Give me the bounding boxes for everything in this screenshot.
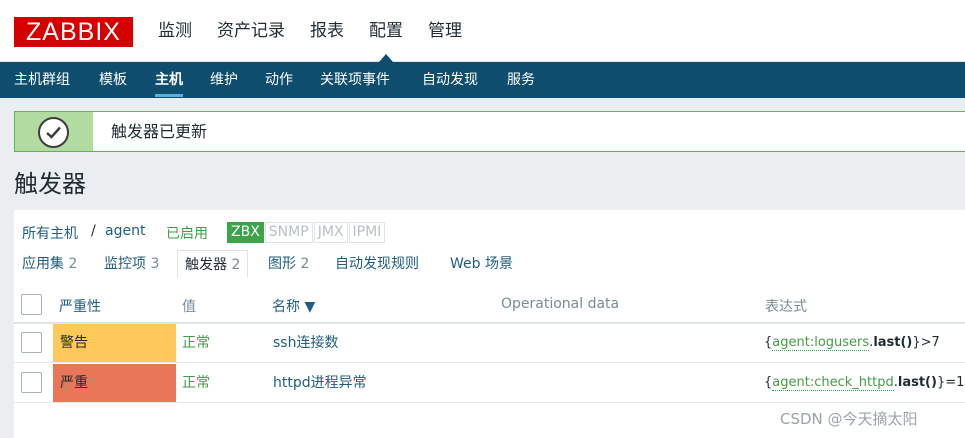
breadcrumb-separator: /: [91, 223, 96, 239]
tab-label: 监控项: [104, 256, 146, 272]
success-message: 触发器已更新: [14, 111, 965, 152]
expression-cell: {agent:logusers.last()}>7: [764, 324, 940, 362]
snmp-badge: SNMP: [264, 222, 313, 243]
tab-triggers[interactable]: 触发器 2: [177, 250, 249, 278]
tab-label: 图形: [268, 256, 296, 272]
tab-count: 2: [231, 257, 241, 273]
tab-count: 2: [68, 256, 78, 272]
tab-items[interactable]: 监控项 3: [104, 250, 159, 278]
expr-function: last(): [873, 335, 913, 350]
availability-badges: ZBX SNMP JMX IPMI: [227, 222, 386, 243]
menu-monitoring[interactable]: 监测: [158, 0, 192, 62]
expression-cell: {agent:check_httpd.last()}=1: [764, 364, 964, 402]
tab-graphs[interactable]: 图形 2: [268, 250, 309, 278]
table-row: 警告 正常 ssh连接数 {agent:logusers.last()}>7: [14, 324, 965, 363]
tab-label: 触发器: [185, 257, 227, 273]
breadcrumb-all-hosts[interactable]: 所有主机: [22, 223, 78, 243]
submenu-host-groups[interactable]: 主机群组: [14, 62, 70, 98]
submenu-event-correlation[interactable]: 关联项事件: [320, 62, 390, 98]
submenu-templates[interactable]: 模板: [99, 62, 127, 98]
watermark: CSDN @今天摘太阳: [780, 410, 918, 428]
severity-cell: 警告: [53, 324, 176, 362]
header-value: 值: [182, 299, 196, 315]
expr-function: last(): [897, 375, 937, 390]
value-cell: 正常: [182, 335, 210, 351]
page-title: 触发器: [14, 170, 86, 198]
jmx-badge: JMX: [313, 222, 348, 243]
submenu-actions[interactable]: 动作: [265, 62, 293, 98]
sub-menu: 主机群组 模板 主机 维护 动作 关联项事件 自动发现 服务: [0, 62, 965, 98]
tab-label: 应用集: [22, 256, 64, 272]
menu-configuration[interactable]: 配置: [369, 0, 403, 62]
zabbix-logo[interactable]: ZABBIX: [14, 17, 133, 47]
trigger-name-link[interactable]: httpd进程异常: [273, 364, 367, 402]
menu-inventory[interactable]: 资产记录: [217, 0, 285, 62]
table-header: 严重性 值 名称 ▼ Operational data 表达式: [14, 286, 965, 324]
expr-item-key[interactable]: agent:logusers: [772, 335, 870, 351]
top-bar: ZABBIX 监测 资产记录 报表 配置 管理: [0, 0, 965, 62]
header-severity[interactable]: 严重性: [59, 296, 101, 316]
message-icon-box: [15, 112, 93, 151]
row-checkbox[interactable]: [21, 372, 42, 393]
check-circle-icon: [38, 117, 69, 148]
tab-discovery-rules[interactable]: 自动发现规则: [335, 250, 419, 278]
submenu-services[interactable]: 服务: [507, 62, 535, 98]
severity-cell: 严重: [53, 364, 176, 402]
message-text: 触发器已更新: [111, 122, 208, 141]
zbx-badge: ZBX: [227, 222, 264, 243]
tab-count: 2: [300, 256, 310, 272]
menu-administration[interactable]: 管理: [428, 0, 462, 62]
value-cell: 正常: [182, 375, 210, 391]
submenu-hosts[interactable]: 主机: [155, 62, 183, 98]
select-all-checkbox[interactable]: [21, 294, 42, 315]
header-operational-data: Operational data: [501, 296, 620, 312]
main-menu: 监测 资产记录 报表 配置 管理: [158, 0, 487, 62]
tab-web-scenarios[interactable]: Web 场景: [450, 250, 513, 278]
submenu-discovery[interactable]: 自动发现: [422, 62, 478, 98]
expr-condition: }=1: [936, 375, 965, 390]
tab-applications[interactable]: 应用集 2: [22, 250, 77, 278]
ipmi-badge: IPMI: [348, 222, 386, 243]
trigger-name-link[interactable]: ssh连接数: [273, 324, 338, 362]
header-expression: 表达式: [765, 299, 807, 315]
header-name[interactable]: 名称 ▼: [272, 296, 315, 316]
row-checkbox[interactable]: [21, 332, 42, 353]
tab-count: 3: [150, 256, 160, 272]
expr-condition: }>7: [912, 335, 940, 350]
breadcrumb-host[interactable]: agent: [105, 223, 145, 239]
expr-item-key[interactable]: agent:check_httpd: [772, 375, 894, 391]
table-row: 严重 正常 httpd进程异常 {agent:check_httpd.last(…: [14, 364, 965, 403]
menu-reports[interactable]: 报表: [310, 0, 344, 62]
submenu-maintenance[interactable]: 维护: [210, 62, 238, 98]
host-status[interactable]: 已启用: [166, 223, 208, 243]
